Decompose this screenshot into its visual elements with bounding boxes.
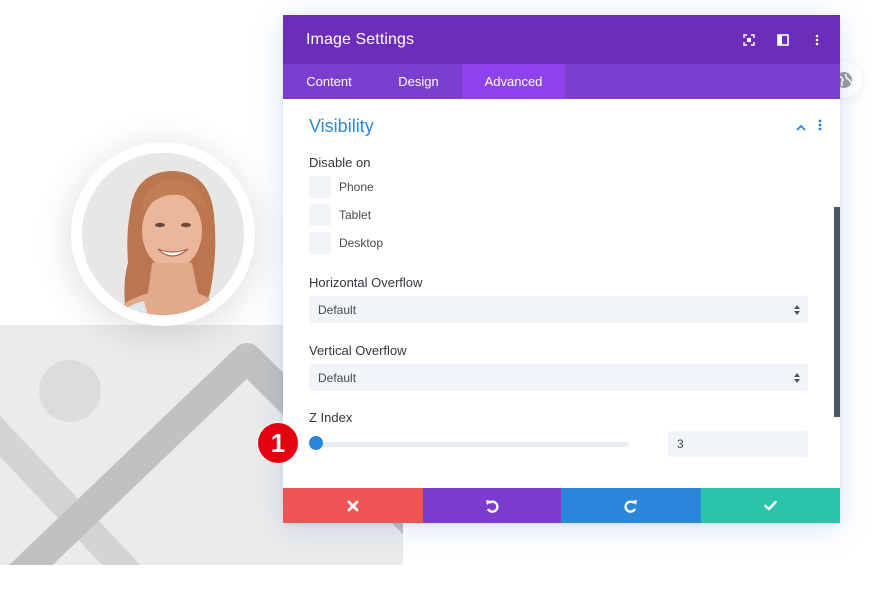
tab-design[interactable]: Design	[375, 64, 462, 99]
disable-tablet-option[interactable]: Tablet	[309, 204, 371, 226]
z-index-slider-track[interactable]	[316, 442, 629, 447]
select-arrows-icon	[794, 304, 800, 315]
tab-content[interactable]: Content	[283, 64, 375, 99]
undo-icon	[486, 499, 499, 513]
disable-phone-option[interactable]: Phone	[309, 176, 374, 198]
select-arrows-icon	[794, 372, 800, 383]
save-button[interactable]	[701, 488, 840, 523]
horizontal-overflow-label: Horizontal Overflow	[309, 275, 423, 290]
settings-tabs: Content Design Advanced	[283, 64, 840, 99]
more-options-icon[interactable]	[800, 15, 834, 64]
split-view-icon[interactable]	[766, 15, 800, 64]
z-index-input[interactable]: 3	[668, 431, 808, 457]
z-index-label: Z Index	[309, 410, 353, 425]
modal-footer	[283, 488, 840, 523]
disable-desktop-option[interactable]: Desktop	[309, 232, 383, 254]
close-icon	[347, 500, 359, 511]
image-settings-modal: Image Settings Content Design Advanced V…	[283, 15, 840, 523]
settings-body: Visibility Disable on Phone Tablet Deskt…	[283, 99, 840, 488]
checkmark-icon	[764, 500, 777, 511]
modal-title: Image Settings	[306, 30, 415, 48]
horizontal-overflow-select[interactable]: Default	[309, 296, 808, 323]
desktop-checkbox[interactable]	[309, 232, 331, 254]
horizontal-overflow-value: Default	[318, 302, 357, 317]
undo-button[interactable]	[423, 488, 561, 523]
vertical-overflow-label: Vertical Overflow	[309, 343, 407, 358]
disable-on-label: Disable on	[309, 155, 371, 170]
vertical-overflow-value: Default	[318, 370, 357, 385]
step-marker-badge: 1	[258, 423, 298, 463]
cancel-button[interactable]	[283, 488, 423, 523]
chevron-up-icon[interactable]	[796, 118, 806, 136]
scrollbar[interactable]	[834, 207, 840, 417]
section-title: Visibility	[309, 116, 374, 136]
profile-photo	[82, 153, 244, 315]
phone-checkbox[interactable]	[309, 176, 331, 198]
modal-header: Image Settings	[283, 15, 840, 64]
redo-button[interactable]	[561, 488, 701, 523]
focus-mode-icon[interactable]	[732, 15, 766, 64]
tablet-label: Tablet	[339, 208, 372, 222]
visibility-section-header[interactable]: Visibility	[309, 116, 822, 137]
desktop-label: Desktop	[339, 236, 384, 250]
vertical-overflow-select[interactable]: Default	[309, 364, 808, 391]
tab-advanced[interactable]: Advanced	[462, 64, 565, 99]
profile-image-frame	[71, 142, 255, 326]
redo-icon	[624, 499, 637, 513]
phone-label: Phone	[339, 180, 374, 194]
z-index-slider-thumb[interactable]	[309, 436, 323, 450]
tablet-checkbox[interactable]	[309, 204, 331, 226]
section-options-icon[interactable]	[818, 118, 822, 136]
